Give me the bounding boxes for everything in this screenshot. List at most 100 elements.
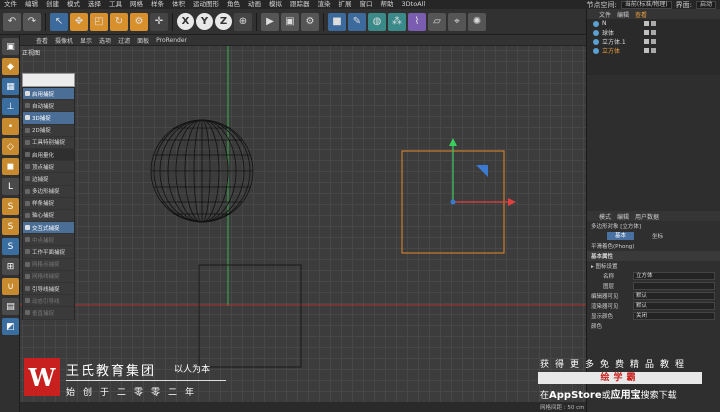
undo-icon[interactable]: ↶ (3, 12, 21, 31)
layout-select[interactable]: 启动 (695, 1, 716, 9)
tab-basic[interactable]: 基本 (607, 232, 635, 240)
node-space-select[interactable]: 当前(标准/物理) (620, 1, 672, 9)
magnet-icon[interactable]: ∪ (2, 278, 19, 295)
menu-item[interactable]: 创建 (42, 0, 63, 9)
viewport-menu-item[interactable]: 过滤 (118, 36, 130, 45)
solo-icon[interactable]: S (2, 218, 19, 235)
menu-item[interactable]: 窗口 (356, 0, 377, 9)
snap-menu-item[interactable]: 轴心捕捉 (23, 210, 74, 223)
layer-field[interactable] (633, 282, 715, 290)
scale-icon[interactable]: ◰ (90, 12, 108, 31)
light-icon[interactable]: ✺ (468, 12, 486, 31)
sphere-object[interactable] (150, 119, 254, 223)
pen-icon[interactable]: ✎ (348, 12, 366, 31)
menu-item[interactable]: 样条 (147, 0, 168, 9)
subdivision-icon[interactable]: ◍ (368, 12, 386, 31)
object-manager-tab[interactable]: 编辑 (617, 10, 629, 19)
deformer-icon[interactable]: ⌇ (408, 12, 426, 31)
rotate-icon[interactable]: ↻ (110, 12, 128, 31)
snap-menu-item[interactable]: 交互式捕捉 (23, 222, 74, 235)
render-settings-icon[interactable]: ⚙ (301, 12, 319, 31)
redo-icon[interactable]: ↷ (23, 12, 41, 31)
make-editable-icon[interactable]: ▣ (2, 38, 19, 55)
edges-mode-icon[interactable]: ◇ (2, 138, 19, 155)
menu-item[interactable]: 跟踪器 (286, 0, 314, 9)
enable-axis-icon[interactable]: L (2, 178, 19, 195)
snap-menu-item[interactable]: 样条捕捉 (23, 198, 74, 210)
menu-item[interactable]: 模拟 (265, 0, 286, 9)
object-row[interactable]: 球体 (587, 28, 720, 37)
menu-item[interactable]: 扩展 (335, 0, 356, 9)
object-manager-tab[interactable]: 查看 (635, 10, 647, 19)
gizmo-y-arrow[interactable] (449, 138, 457, 146)
gizmo-plane-handle[interactable] (476, 165, 488, 177)
visibility-icon[interactable] (644, 21, 649, 26)
display-color-select[interactable]: 关闭 (633, 312, 715, 320)
cube-icon[interactable]: ■ (328, 12, 346, 31)
cloner-icon[interactable]: ⁂ (388, 12, 406, 31)
menu-item[interactable]: 工具 (105, 0, 126, 9)
editor-visible-select[interactable]: 默认 (633, 292, 715, 300)
viewport-menu-item[interactable]: 面板 (137, 36, 149, 45)
coordinate-system-icon[interactable]: ⊕ (234, 12, 252, 31)
menu-item[interactable]: 选择 (84, 0, 105, 9)
snap-menu-item[interactable]: 启用量化 (23, 148, 74, 162)
attribute-tab[interactable]: 模式 (599, 212, 611, 221)
tab-coord[interactable]: 坐标 (638, 232, 677, 240)
attribute-tab[interactable]: 用户数据 (635, 212, 659, 221)
menu-item[interactable]: 运动图形 (189, 0, 223, 9)
move-gizmo-icon[interactable]: ✛ (150, 12, 168, 31)
visibility-icon[interactable] (644, 39, 649, 44)
live-select-icon[interactable]: ↖ (50, 12, 68, 31)
recent-tool-icon[interactable]: ⚙ (130, 12, 148, 31)
snap-menu-item[interactable]: 引导线捕捉 (23, 283, 74, 296)
workplane-icon[interactable]: ⊞ (2, 258, 19, 275)
locked-workplane-icon[interactable]: ▤ (2, 298, 19, 315)
camera-icon[interactable]: ⌖ (448, 12, 466, 31)
snap-menu-item[interactable]: 多边形捕捉 (23, 186, 74, 198)
snap-search-input[interactable] (22, 73, 75, 87)
attribute-tab[interactable]: 编辑 (617, 212, 629, 221)
render-visible-select[interactable]: 默认 (633, 302, 715, 310)
viewport-canvas[interactable] (20, 46, 586, 412)
snap-menu-item[interactable]: 3D捕捉 (23, 112, 74, 125)
snap-icon[interactable]: S (2, 238, 19, 255)
menu-item[interactable]: 模式 (63, 0, 84, 9)
viewport-menu-item[interactable]: 查看 (36, 36, 48, 45)
menu-item[interactable]: 体积 (168, 0, 189, 9)
object-row[interactable]: N (587, 19, 720, 28)
snap-menu-item[interactable]: 顶点捕捉 (23, 161, 74, 174)
texture-mode-icon[interactable]: ▦ (2, 78, 19, 95)
axis-x-button[interactable]: X (177, 13, 194, 30)
snap-menu-item[interactable]: 工作平面捕捉 (23, 246, 74, 259)
snap-menu-item[interactable]: 2D捕捉 (23, 125, 74, 137)
snap-menu-item[interactable]: 垂直捕捉 (23, 307, 74, 320)
menu-item[interactable]: 3DtoAll (398, 0, 430, 9)
axis-mode-icon[interactable]: ⊥ (2, 98, 19, 115)
floor-icon[interactable]: ▱ (428, 12, 446, 31)
viewport-menu-item[interactable]: ProRender (156, 37, 187, 44)
render-icon[interactable] (651, 21, 656, 26)
render-view-icon[interactable]: ▶ (261, 12, 279, 31)
menu-item[interactable]: 动画 (244, 0, 265, 9)
visibility-icon[interactable] (644, 30, 649, 35)
snap-menu-item[interactable]: 动态引导线 (23, 295, 74, 308)
axis-y-button[interactable]: Y (196, 13, 213, 30)
menu-item[interactable]: 角色 (223, 0, 244, 9)
viewport-menu-item[interactable]: 摄像机 (55, 36, 73, 45)
render-icon[interactable] (651, 39, 656, 44)
model-mode-icon[interactable]: ◆ (2, 58, 19, 75)
object-manager-tab[interactable]: 文件 (599, 10, 611, 19)
object-row[interactable]: 立方体.1 (587, 37, 720, 46)
gizmo-center[interactable] (450, 199, 456, 205)
icon-settings-group[interactable]: ▸ 图标设置 (587, 261, 720, 271)
snap-menu-item[interactable]: 自动捕捉 (23, 100, 74, 113)
viewport-menu-item[interactable]: 显示 (80, 36, 92, 45)
viewport-menu-item[interactable]: 选项 (99, 36, 111, 45)
menu-item[interactable]: 文件 (0, 0, 21, 9)
tweak-mode-icon[interactable]: S (2, 198, 19, 215)
render-icon[interactable] (651, 30, 656, 35)
axis-z-button[interactable]: Z (215, 13, 232, 30)
menu-item[interactable]: 编辑 (21, 0, 42, 9)
snap-menu-item[interactable]: 工具特别捕捉 (23, 137, 74, 149)
